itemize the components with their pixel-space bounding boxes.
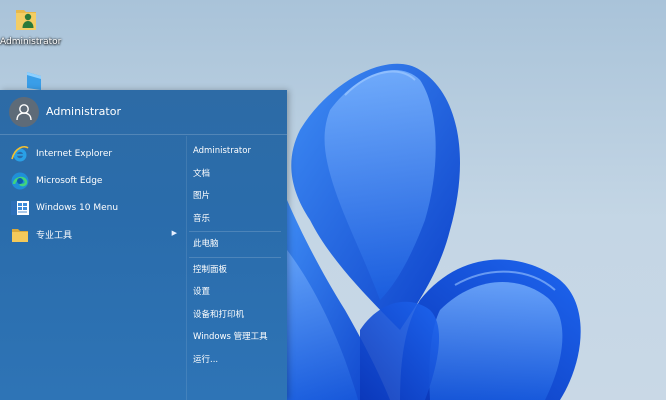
program-list: Internet Explorer Microsoft Edge Windows… (0, 140, 185, 248)
place-item-pictures[interactable]: 图片 (187, 185, 282, 208)
desktop: Administrator Administrator Internet Exp… (0, 0, 666, 400)
desktop-icon-administrator[interactable]: Administrator (0, 4, 62, 47)
user-avatar-icon[interactable] (9, 97, 39, 127)
user-name[interactable]: Administrator (46, 105, 121, 118)
places-separator (189, 256, 281, 258)
microsoft-edge-icon (10, 171, 30, 191)
program-item-pro-tools[interactable]: 专业工具 ▶ (0, 221, 185, 248)
internet-explorer-icon (10, 144, 30, 164)
place-item-settings[interactable]: 设置 (187, 281, 282, 304)
windows-10-menu-icon (10, 198, 30, 218)
folder-icon (10, 225, 30, 245)
submenu-arrow-icon: ▶ (171, 229, 177, 237)
user-folder-icon (16, 10, 36, 30)
place-item-music[interactable]: 音乐 (187, 208, 282, 231)
program-label: Internet Explorer (36, 148, 113, 159)
program-item-internet-explorer[interactable]: Internet Explorer (0, 140, 185, 167)
place-item-run[interactable]: 运行... (187, 349, 282, 372)
this-pc-icon (27, 72, 41, 90)
place-item-this-pc[interactable]: 此电脑 (187, 233, 282, 256)
place-item-control-panel[interactable]: 控制面板 (187, 259, 282, 282)
program-item-windows-10-menu[interactable]: Windows 10 Menu (0, 194, 185, 221)
program-item-microsoft-edge[interactable]: Microsoft Edge (0, 167, 185, 194)
places-list: Administrator 文档 图片 音乐 此电脑 控制面板 设置 设备和打印… (187, 140, 282, 371)
start-menu: Administrator Internet Explorer Microsof… (0, 90, 287, 400)
desktop-icon-label: Administrator (0, 37, 62, 47)
program-label: 专业工具 (36, 231, 73, 241)
start-menu-user-header[interactable]: Administrator (0, 90, 287, 135)
place-item-admin-tools[interactable]: Windows 管理工具 (187, 326, 282, 349)
place-item-administrator[interactable]: Administrator (187, 140, 282, 163)
program-label: Microsoft Edge (36, 175, 103, 186)
bloom-petals (287, 63, 581, 400)
places-separator (189, 231, 281, 232)
place-item-documents[interactable]: 文档 (187, 163, 282, 186)
place-item-devices-printers[interactable]: 设备和打印机 (187, 304, 282, 327)
program-label: Windows 10 Menu (36, 202, 119, 213)
